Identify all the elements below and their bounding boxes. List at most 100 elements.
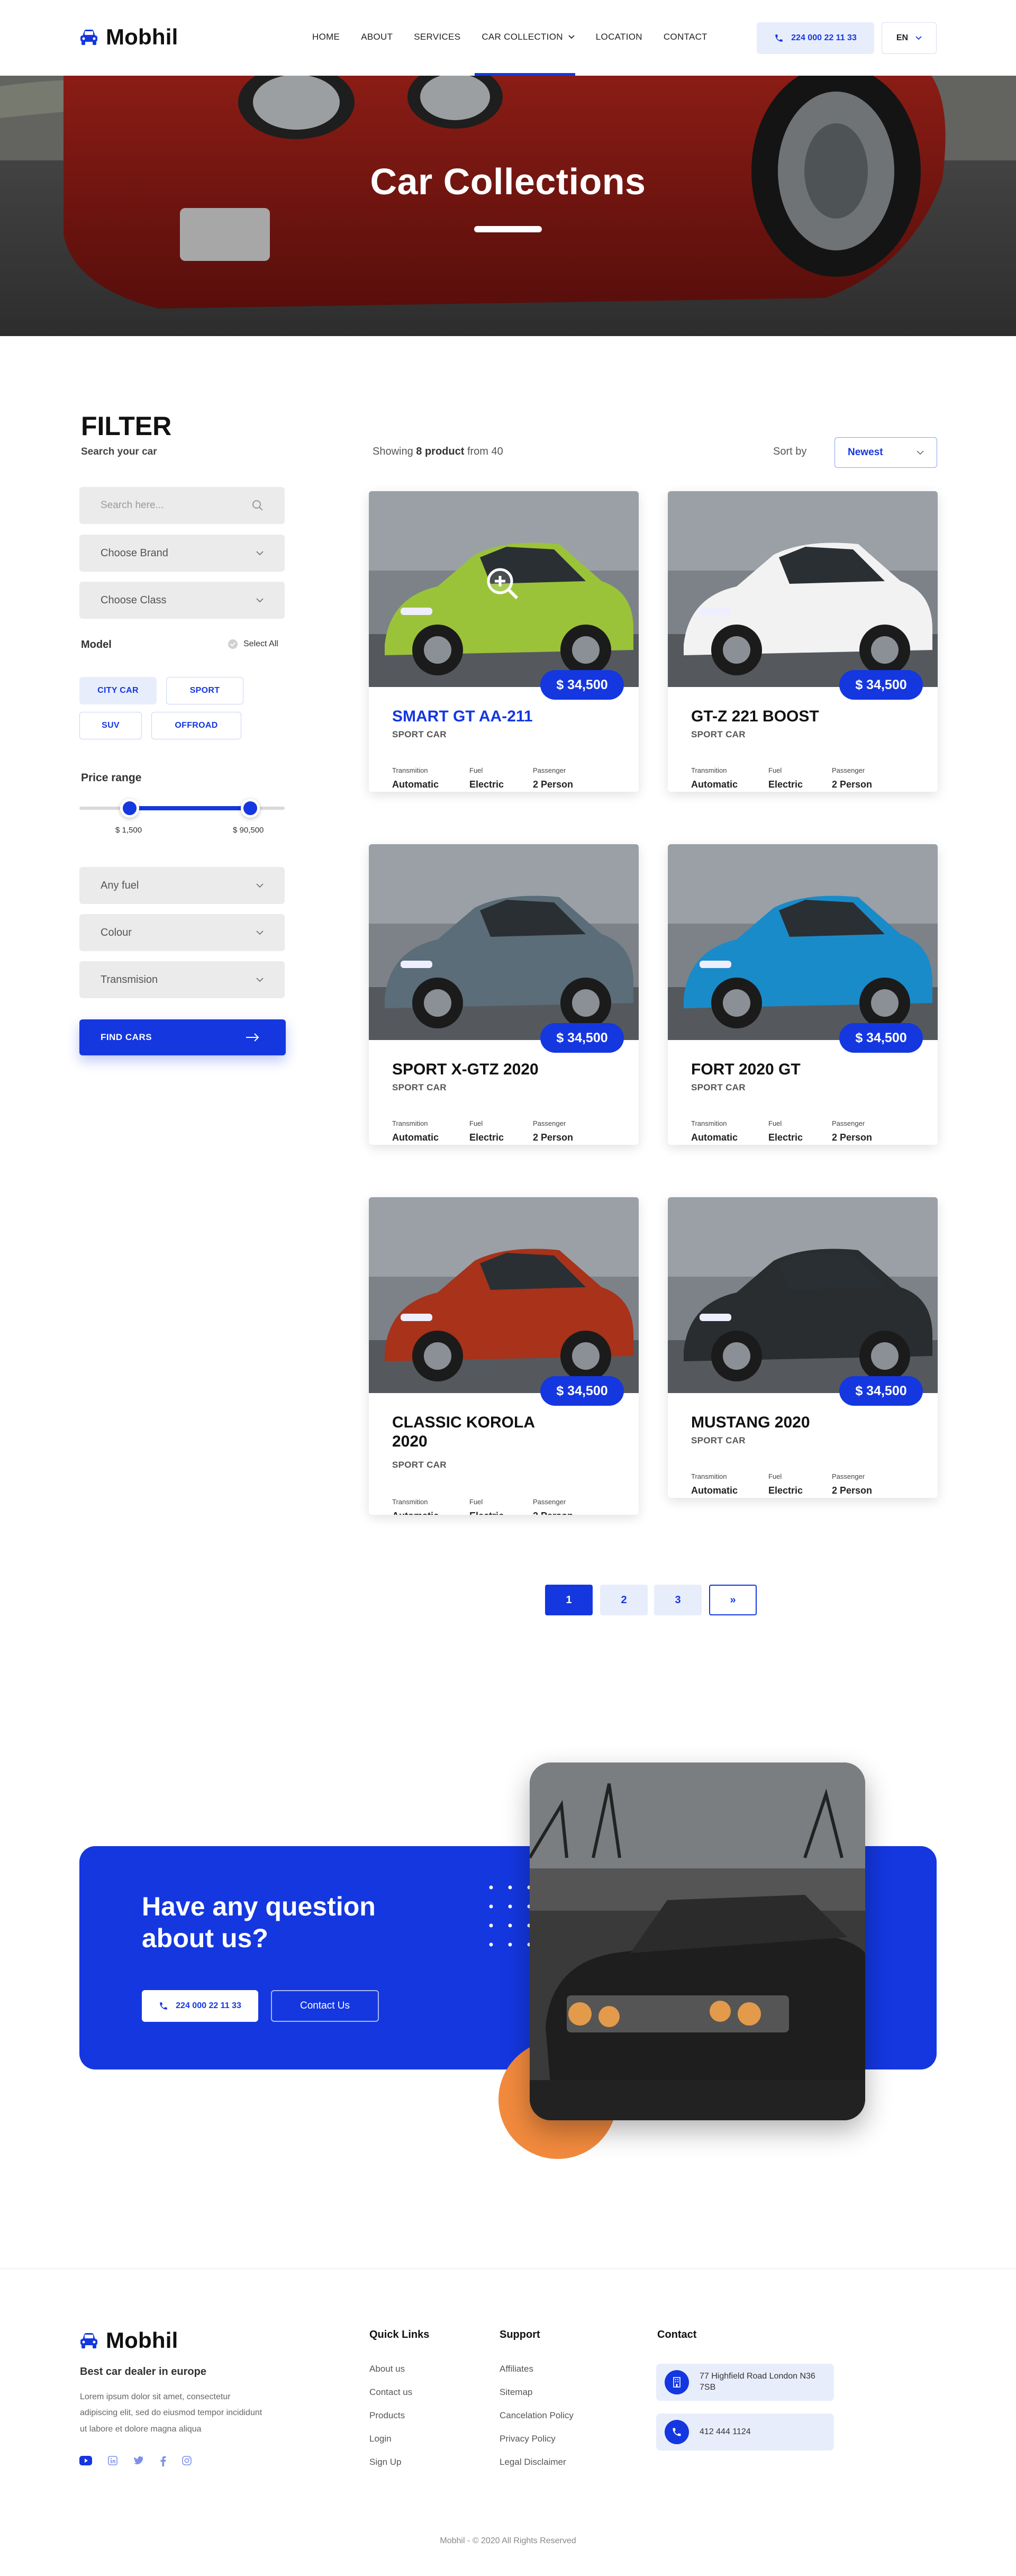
search-input[interactable] (101, 500, 249, 511)
car-card[interactable]: $ 34,500 FORT 2020 GT SPORT CAR Transmit… (668, 844, 938, 1145)
instagram-icon[interactable] (182, 2456, 192, 2465)
sort-select[interactable]: Newest (834, 437, 937, 468)
price-slider-max-handle[interactable] (241, 799, 260, 818)
car-name[interactable]: FORT 2020 GT (691, 1060, 860, 1079)
search-field[interactable] (79, 487, 285, 524)
car-image[interactable] (369, 844, 639, 1040)
language-select[interactable]: EN (882, 22, 937, 54)
youtube-icon[interactable] (79, 2456, 92, 2465)
nav-car-collection[interactable]: CAR COLLECTION (482, 32, 575, 42)
contact-us-button[interactable]: Contact Us (271, 1990, 379, 2022)
car-card[interactable]: $ 34,500 CLASSIC KOROLA 2020 SPORT CAR T… (369, 1197, 639, 1515)
footer-link-contact[interactable]: Contact us (369, 2387, 412, 2398)
chevron-down-icon (915, 36, 922, 40)
spec-value-fuel: Electric (469, 1511, 504, 1515)
spec-value-fuel: Electric (469, 1132, 504, 1143)
spec-label-passenger: Passenger (832, 766, 865, 774)
price-slider-min-handle[interactable] (120, 799, 139, 818)
car-name[interactable]: SPORT X-GTZ 2020 (392, 1060, 561, 1079)
spec-label-passenger: Passenger (533, 766, 566, 774)
spec-label-transmission: Transmition (392, 766, 428, 774)
transmission-select[interactable]: Transmision (79, 961, 285, 998)
car-card[interactable]: $ 34,500 MUSTANG 2020 SPORT CAR Transmit… (668, 1197, 938, 1498)
spec-label-passenger: Passenger (832, 1472, 865, 1480)
footer-link-about[interactable]: About us (369, 2364, 405, 2374)
price-badge: $ 34,500 (839, 1376, 923, 1406)
arrow-right-icon (246, 1033, 259, 1042)
spec-value-transmission: Automatic (392, 1132, 439, 1143)
select-all-toggle[interactable]: Select All (228, 639, 278, 649)
page-1-button[interactable]: 1 (545, 1585, 593, 1615)
hero-car-image (0, 76, 1016, 336)
spec-label-fuel: Fuel (768, 1472, 782, 1480)
showing-prefix: Showing (373, 446, 413, 457)
brand-logo[interactable]: Mobhil (79, 24, 178, 50)
cta-car-image (530, 1762, 865, 2120)
cta-phone-button[interactable]: 224 000 22 11 33 (142, 1990, 258, 2022)
nav-home[interactable]: HOME (312, 32, 340, 42)
car-image[interactable] (668, 844, 938, 1040)
footer-logo[interactable]: Mobhil (79, 2328, 178, 2353)
price-badge: $ 34,500 (839, 1023, 923, 1053)
page-2-button[interactable]: 2 (600, 1585, 648, 1615)
price-slider-range (130, 806, 250, 810)
spec-label-passenger: Passenger (832, 1119, 865, 1127)
model-chip-suv[interactable]: SUV (79, 712, 142, 739)
car-image[interactable] (369, 1197, 639, 1393)
model-chip-city-car[interactable]: CITY CAR (79, 677, 157, 704)
footer-brand-name: Mobhil (106, 2328, 178, 2353)
nav-location[interactable]: LOCATION (596, 32, 642, 42)
footer-link-privacy[interactable]: Privacy Policy (500, 2434, 556, 2444)
brand-select[interactable]: Choose Brand (79, 535, 285, 572)
car-image[interactable] (668, 491, 938, 687)
car-card[interactable]: $ 34,500 GT-Z 221 BOOST SPORT CAR Transm… (668, 491, 938, 792)
model-chip-sport[interactable]: SPORT (166, 677, 243, 704)
car-card[interactable]: $ 34,500 SPORT X-GTZ 2020 SPORT CAR Tran… (369, 844, 639, 1145)
footer-link-products[interactable]: Products (369, 2410, 405, 2421)
facebook-icon[interactable] (160, 2456, 166, 2466)
car-image[interactable] (668, 1197, 938, 1393)
price-badge: $ 34,500 (540, 670, 624, 700)
spec-value-fuel: Electric (469, 779, 504, 790)
header-phone-number: 224 000 22 11 33 (791, 33, 857, 42)
next-page-button[interactable]: » (709, 1585, 757, 1615)
car-category: SPORT CAR (691, 1082, 746, 1092)
copyright: Mobhil - © 2020 All Rights Reserved (440, 2536, 576, 2545)
footer-link-legal[interactable]: Legal Disclaimer (500, 2457, 566, 2467)
car-name[interactable]: MUSTANG 2020 (691, 1413, 860, 1432)
car-name[interactable]: GT-Z 221 BOOST (691, 707, 860, 726)
car-name[interactable]: CLASSIC KOROLA 2020 (392, 1413, 561, 1451)
footer-link-cancelation[interactable]: Cancelation Policy (500, 2410, 574, 2421)
linkedin-icon[interactable] (108, 2456, 117, 2465)
colour-select[interactable]: Colour (79, 914, 285, 951)
nav-services[interactable]: SERVICES (414, 32, 460, 42)
twitter-icon[interactable] (133, 2456, 144, 2465)
fuel-select[interactable]: Any fuel (79, 867, 285, 904)
price-range-label: Price range (81, 772, 142, 784)
zoom-icon[interactable] (484, 565, 521, 602)
chevron-down-icon (256, 883, 264, 888)
nav-about[interactable]: ABOUT (361, 32, 393, 42)
header-phone-button[interactable]: 224 000 22 11 33 (757, 22, 874, 54)
main-nav: HOME ABOUT SERVICES CAR COLLECTION LOCAT… (312, 32, 729, 42)
model-chip-offroad[interactable]: OFFROAD (151, 712, 241, 739)
spec-value-transmission: Automatic (691, 1132, 738, 1143)
footer-link-sitemap[interactable]: Sitemap (500, 2387, 532, 2398)
footer-link-signup[interactable]: Sign Up (369, 2457, 401, 2467)
chevron-down-icon (917, 450, 924, 455)
find-cars-button[interactable]: FIND CARS (79, 1019, 286, 1055)
quick-links-heading: Quick Links (369, 2329, 430, 2340)
spec-label-passenger: Passenger (533, 1498, 566, 1506)
car-name[interactable]: SMART GT AA-211 (392, 707, 561, 726)
class-select[interactable]: Choose Class (79, 582, 285, 619)
nav-contact[interactable]: CONTACT (664, 32, 707, 42)
car-card[interactable]: $ 34,500 SMART GT AA-211 SPORT CAR Trans… (369, 491, 639, 792)
social-links (79, 2456, 192, 2466)
chevron-down-icon (256, 930, 264, 935)
footer-phone[interactable]: 412 444 1124 (656, 2414, 834, 2451)
footer-link-login[interactable]: Login (369, 2434, 392, 2444)
find-cars-label: FIND CARS (101, 1032, 152, 1042)
page-3-button[interactable]: 3 (654, 1585, 702, 1615)
car-category: SPORT CAR (392, 729, 447, 739)
footer-link-affiliates[interactable]: Affiliates (500, 2364, 533, 2374)
